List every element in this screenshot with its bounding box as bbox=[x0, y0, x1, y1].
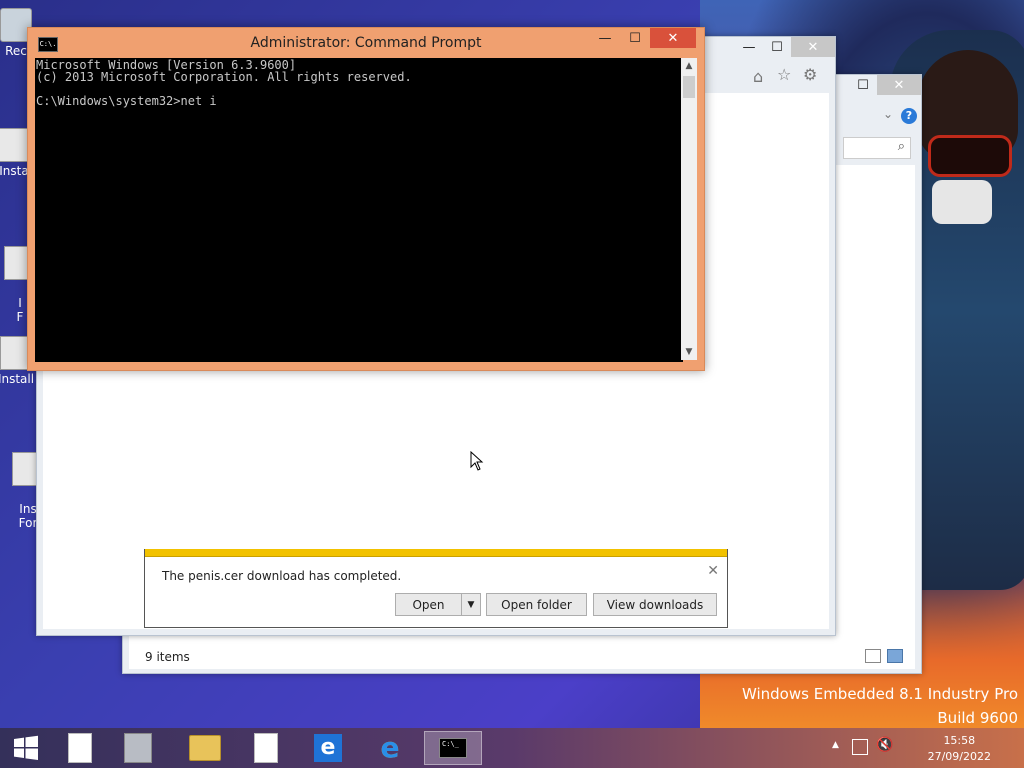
minimize-button[interactable]: — bbox=[735, 37, 763, 57]
window-controls: — ☐ ✕ bbox=[590, 28, 696, 48]
close-icon[interactable]: ✕ bbox=[707, 563, 719, 579]
maximize-button[interactable]: ☐ bbox=[620, 28, 650, 48]
open-folder-label: Open folder bbox=[501, 597, 572, 612]
download-notification-bar: The penis.cer download has completed. ✕ … bbox=[144, 549, 728, 628]
taskbar-ie-modern[interactable]: e bbox=[306, 731, 350, 765]
desktop-icon-label: Ins For bbox=[18, 502, 38, 530]
show-hidden-icons-icon[interactable]: ▲ bbox=[832, 740, 839, 750]
chevron-down-icon[interactable]: ⌄ bbox=[883, 107, 893, 121]
cmd-titlebar[interactable]: C:\. Administrator: Command Prompt — ☐ ✕ bbox=[28, 28, 704, 58]
maximize-button[interactable]: ☐ bbox=[849, 75, 877, 95]
start-button[interactable] bbox=[4, 731, 48, 765]
open-folder-button[interactable]: Open folder bbox=[486, 593, 587, 616]
desktop-icon-label: Rec bbox=[5, 44, 27, 58]
console-line: C:\Windows\system32>net i bbox=[36, 94, 217, 108]
window-controls: ☐ ✕ bbox=[849, 75, 921, 95]
taskbar-ie-desktop[interactable]: e bbox=[368, 731, 412, 765]
command-prompt-window[interactable]: C:\. Administrator: Command Prompt — ☐ ✕… bbox=[27, 27, 705, 371]
large-icons-view-icon[interactable] bbox=[887, 649, 903, 663]
close-button[interactable]: ✕ bbox=[877, 75, 921, 95]
system-clock[interactable]: 15:58 27/09/2022 bbox=[928, 733, 991, 765]
window-controls: — ☐ ✕ bbox=[735, 37, 835, 57]
home-icon[interactable]: ⌂ bbox=[753, 67, 763, 86]
taskbar-document-icon[interactable] bbox=[244, 731, 288, 765]
internet-explorer-icon: e bbox=[380, 731, 400, 764]
open-button-label: Open bbox=[412, 597, 445, 612]
taskbar-file-icon[interactable] bbox=[58, 731, 102, 765]
help-icon[interactable]: ? bbox=[901, 108, 917, 124]
chevron-down-icon: ▼ bbox=[467, 599, 475, 610]
taskbar-file-explorer[interactable] bbox=[183, 731, 227, 765]
notification-stripe bbox=[145, 549, 727, 557]
favorites-icon[interactable]: ☆ bbox=[777, 65, 791, 84]
os-watermark-line1: Windows Embedded 8.1 Industry Pro bbox=[741, 685, 1018, 703]
status-bar: 9 items bbox=[129, 645, 915, 669]
console-output[interactable]: Microsoft Windows [Version 6.3.9600] (c) … bbox=[35, 58, 683, 362]
wallpaper-visor bbox=[928, 135, 1012, 177]
minimize-button[interactable]: — bbox=[590, 28, 620, 48]
scroll-thumb[interactable] bbox=[683, 76, 695, 98]
scroll-up-icon[interactable]: ▲ bbox=[681, 58, 697, 74]
desktop-icon-label: I F bbox=[16, 296, 24, 324]
desktop-icon-label: Install bbox=[0, 372, 35, 386]
windows-logo-icon bbox=[14, 735, 38, 760]
volume-muted-icon[interactable]: 🔇 bbox=[876, 737, 893, 753]
close-button[interactable]: ✕ bbox=[791, 37, 835, 57]
download-message: The penis.cer download has completed. bbox=[162, 569, 402, 583]
file-icon bbox=[68, 733, 92, 763]
command-prompt-icon: C:\_ bbox=[439, 738, 467, 758]
mouse-cursor-icon bbox=[470, 451, 484, 471]
open-dropdown-button[interactable]: ▼ bbox=[461, 593, 481, 616]
close-button[interactable]: ✕ bbox=[650, 28, 696, 48]
desktop-icon-label: Insta bbox=[0, 164, 29, 178]
folder-icon bbox=[189, 735, 221, 761]
clock-time: 15:58 bbox=[943, 734, 976, 747]
gear-icon[interactable]: ⚙ bbox=[803, 65, 817, 84]
internet-explorer-icon: e bbox=[314, 734, 342, 762]
maximize-button[interactable]: ☐ bbox=[763, 37, 791, 57]
view-downloads-label: View downloads bbox=[606, 597, 704, 612]
details-view-icon[interactable] bbox=[865, 649, 881, 663]
installer-app-icon bbox=[124, 733, 152, 763]
taskbar-installer-icon[interactable] bbox=[116, 731, 160, 765]
taskbar: e e C:\_ ▲ 🔇 bbox=[0, 728, 1024, 768]
taskbar-command-prompt[interactable]: C:\_ bbox=[424, 731, 482, 765]
file-icon bbox=[254, 733, 278, 763]
search-icon: ⌕ bbox=[897, 139, 905, 154]
scroll-down-icon[interactable]: ▼ bbox=[681, 344, 697, 360]
network-icon[interactable] bbox=[852, 739, 868, 755]
search-box[interactable]: ⌕ bbox=[843, 137, 911, 159]
item-count: 9 items bbox=[145, 650, 190, 664]
os-watermark-line2: Build 9600 bbox=[937, 709, 1018, 727]
wallpaper-mask bbox=[932, 180, 992, 224]
open-button[interactable]: Open bbox=[395, 593, 462, 616]
view-downloads-button[interactable]: View downloads bbox=[593, 593, 717, 616]
console-scrollbar[interactable]: ▲ ▼ bbox=[681, 58, 697, 360]
clock-date: 27/09/2022 bbox=[927, 750, 991, 763]
console-line: (c) 2013 Microsoft Corporation. All righ… bbox=[36, 70, 412, 84]
